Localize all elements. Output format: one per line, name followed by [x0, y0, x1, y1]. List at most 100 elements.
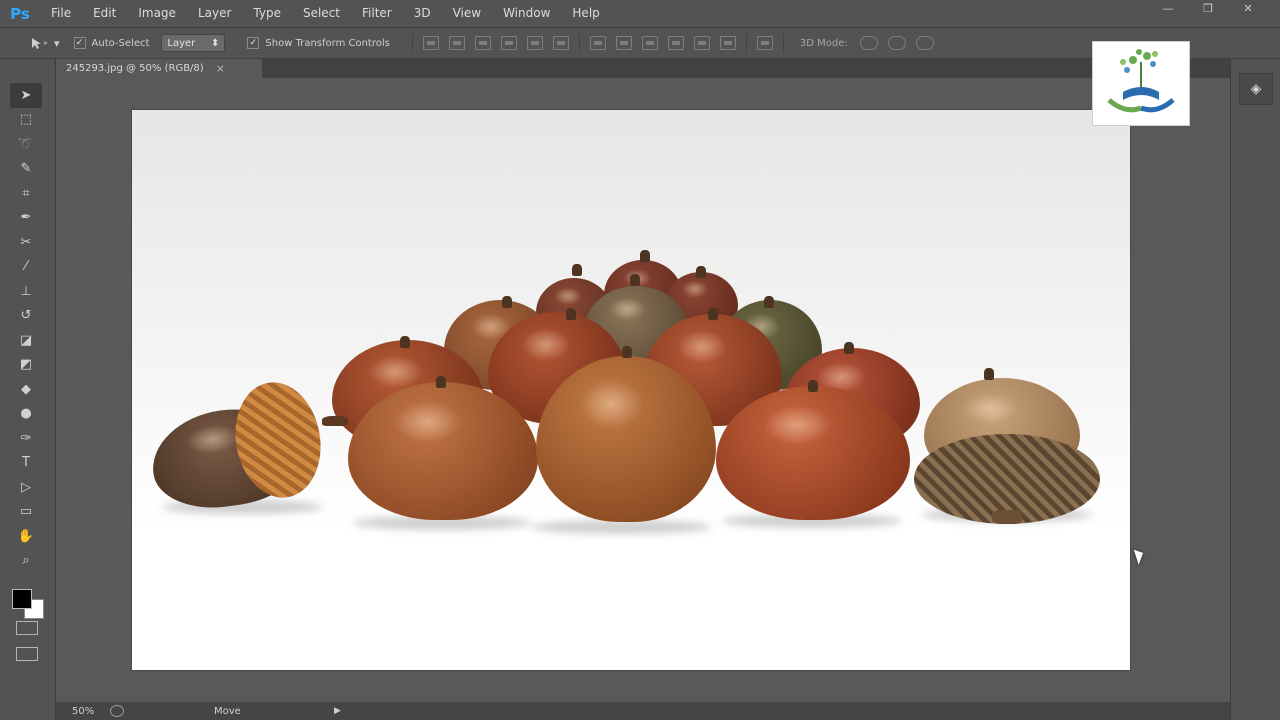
ps-logo: Ps: [10, 4, 30, 23]
divider: [411, 33, 413, 53]
menu-3d[interactable]: 3D: [403, 0, 442, 27]
distribute-buttons: [589, 36, 736, 50]
show-transform-checkbox[interactable]: ✓ Show Transform Controls: [247, 37, 390, 49]
minimize-button[interactable]: —: [1150, 0, 1186, 16]
divider: [578, 33, 580, 53]
quick-select-tool-icon[interactable]: ✎: [10, 157, 42, 182]
options-bar: ▾ ✓ Auto-Select Layer ⬍ ✓ Show Transform…: [0, 27, 1280, 59]
crop-tool-icon[interactable]: ⌗: [10, 181, 42, 206]
close-tab-icon[interactable]: ×: [216, 62, 225, 75]
type-tool-icon[interactable]: T: [10, 451, 42, 476]
nut-tip: [400, 336, 410, 348]
menu-bar: Ps File Edit Image Layer Type Select Fil…: [0, 0, 1280, 27]
menu-filter[interactable]: Filter: [351, 0, 403, 27]
3d-orbit-icon[interactable]: [859, 36, 878, 50]
paint-bucket-tool-icon[interactable]: ◩: [10, 353, 42, 378]
proof-icon[interactable]: [110, 705, 124, 717]
nut-tip: [436, 376, 446, 388]
distribute-left-icon[interactable]: [667, 36, 684, 50]
nut-shadow: [532, 520, 712, 534]
menu-layer[interactable]: Layer: [187, 0, 242, 27]
align-left-icon[interactable]: [500, 36, 517, 50]
healing-brush-tool-icon[interactable]: ✂: [10, 230, 42, 255]
screen-mode-icon[interactable]: [16, 647, 38, 661]
pen-tool-icon[interactable]: ✑: [10, 426, 42, 451]
tool-preset-picker[interactable]: ▾: [30, 36, 60, 50]
rectangle-tool-icon[interactable]: ▭: [10, 500, 42, 525]
hand-tool-icon[interactable]: ✋: [10, 524, 42, 549]
window-controls: — ❐ ✕: [1150, 0, 1266, 16]
divider: [782, 33, 784, 53]
nut-tip: [566, 308, 576, 320]
layer-dropdown[interactable]: Layer ⬍: [161, 34, 226, 52]
status-menu-arrow-icon[interactable]: ▶: [334, 706, 341, 716]
auto-select-checkbox[interactable]: ✓ Auto-Select: [73, 37, 150, 49]
document-tab[interactable]: 245293.jpg @ 50% (RGB/8) ×: [56, 59, 262, 78]
eyedropper-tool-icon[interactable]: ✒: [10, 206, 42, 231]
distribute-bottom-icon[interactable]: [641, 36, 658, 50]
align-buttons: [422, 36, 569, 50]
menu-image[interactable]: Image: [127, 0, 187, 27]
distribute-vcenter-icon[interactable]: [615, 36, 632, 50]
maximize-button[interactable]: ❐: [1190, 0, 1226, 16]
quick-mask-icon[interactable]: [16, 621, 38, 635]
align-bottom-icon[interactable]: [474, 36, 491, 50]
move-tool-icon: [32, 38, 48, 49]
distribute-right-icon[interactable]: [719, 36, 736, 50]
document-image[interactable]: [132, 110, 1130, 670]
menu-view[interactable]: View: [442, 0, 492, 27]
canvas-area[interactable]: [56, 78, 1230, 702]
clone-stamp-tool-icon[interactable]: ⊥: [10, 279, 42, 304]
zoom-level[interactable]: 50%: [56, 706, 110, 717]
align-right-icon[interactable]: [552, 36, 569, 50]
layers-panel-icon[interactable]: ◈: [1239, 73, 1273, 105]
toolbox: ➤ ⬚ ➰ ✎ ⌗ ✒ ✂ ⁄ ⊥ ↺ ◪ ◩ ◆ ● ✑ T ▷ ▭ ✋ ⌕: [0, 59, 56, 720]
chevron-updown-icon: ⬍: [211, 37, 220, 49]
brush-tool-icon[interactable]: ⁄: [10, 255, 42, 280]
nut-tip: [502, 296, 512, 308]
blur-tool-icon[interactable]: ◆: [10, 377, 42, 402]
menu-file[interactable]: File: [40, 0, 82, 27]
align-vcenter-icon[interactable]: [448, 36, 465, 50]
foreground-color-swatch[interactable]: [12, 589, 32, 609]
marquee-tool-icon[interactable]: ⬚: [10, 108, 42, 133]
book-tree-logo-icon: [1107, 49, 1175, 113]
nut-tip: [622, 346, 632, 358]
checkmark-icon: ✓: [73, 37, 86, 49]
nut-tip: [764, 296, 774, 308]
3d-roll-icon[interactable]: [887, 36, 906, 50]
history-brush-tool-icon[interactable]: ↺: [10, 304, 42, 329]
3d-mode-label: 3D Mode:: [799, 37, 848, 49]
auto-select-label: Auto-Select: [91, 37, 150, 49]
distribute-hcenter-icon[interactable]: [693, 36, 710, 50]
menu-edit[interactable]: Edit: [82, 0, 127, 27]
eraser-tool-icon[interactable]: ◪: [10, 328, 42, 353]
status-bar: 50% Move ▶: [56, 702, 1230, 720]
nut-tip: [630, 274, 640, 286]
panel-dock: ◈: [1230, 59, 1280, 720]
menu-type[interactable]: Type: [242, 0, 292, 27]
lasso-tool-icon[interactable]: ➰: [10, 132, 42, 157]
nut-tip: [696, 266, 706, 278]
align-hcenter-icon[interactable]: [526, 36, 543, 50]
menu-select[interactable]: Select: [292, 0, 351, 27]
distribute-top-icon[interactable]: [589, 36, 606, 50]
nut-tip: [808, 380, 818, 392]
path-selection-tool-icon[interactable]: ▷: [10, 475, 42, 500]
status-info: Move: [214, 705, 241, 717]
acorn-stem: [322, 416, 348, 426]
align-top-icon[interactable]: [422, 36, 439, 50]
nut-tip: [572, 264, 582, 276]
nut-tip: [640, 250, 650, 262]
3d-pan-icon[interactable]: [915, 36, 934, 50]
dodge-tool-icon[interactable]: ●: [10, 402, 42, 427]
menu-help[interactable]: Help: [561, 0, 610, 27]
menu-window[interactable]: Window: [492, 0, 561, 27]
nut-tip: [984, 368, 994, 380]
close-button[interactable]: ✕: [1230, 0, 1266, 16]
move-tool-icon[interactable]: ➤: [10, 83, 42, 108]
auto-align-icon[interactable]: [756, 36, 773, 50]
zoom-tool-icon[interactable]: ⌕: [10, 549, 42, 574]
checkmark-icon: ✓: [247, 37, 260, 49]
divider: [745, 33, 747, 53]
